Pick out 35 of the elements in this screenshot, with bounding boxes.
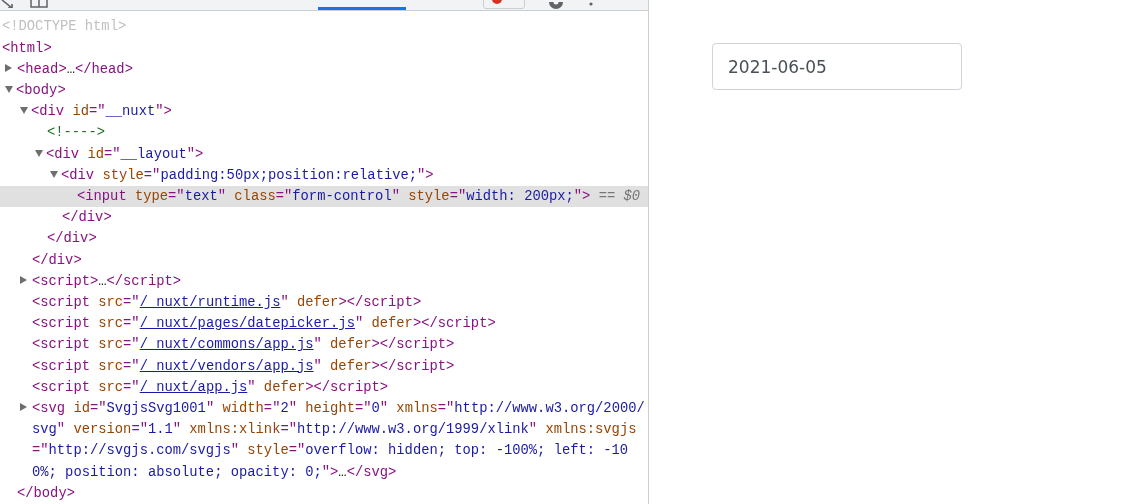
dom-node-line[interactable]: <script src="/_nuxt/vendors/app.js" defer></script>: [0, 355, 648, 377]
inspect-icon[interactable]: [0, 0, 14, 9]
expand-triangle-icon[interactable]: [20, 403, 27, 411]
collapse-triangle-icon[interactable]: [35, 149, 43, 157]
dom-node-line[interactable]: <div style="padding:50px;position:relative;">: [0, 164, 648, 186]
dom-node-line[interactable]: <head>…</head>: [0, 58, 648, 80]
dom-node-line[interactable]: <script src="/_nuxt/pages/datepicker.js" defer></script>: [0, 313, 648, 335]
dom-node-line[interactable]: <svg id="SvgjsSvg1001" width="2" height="0" xmlns="http://www.w3.org/2000/svg" version="1.1" xmlns:xlink="http://www.w3.org/1999/xlink" xmlns:svgjs ="http://svgjs.com/svgjs" style="overflow: hidden; top: -100%; left: -100%; position: absolute; opacity: 0;">…</svg>: [0, 398, 648, 483]
dom-node-line[interactable]: </div>: [0, 228, 648, 250]
file-link[interactable]: /_nuxt/commons/app.js: [139, 337, 314, 353]
dom-node-line[interactable]: </div>: [0, 249, 648, 271]
settings-icon[interactable]: [547, 2, 565, 11]
file-link[interactable]: /_nuxt/runtime.js: [139, 294, 281, 310]
date-input-field[interactable]: 2021-06-05: [712, 43, 962, 90]
collapse-triangle-icon[interactable]: [50, 170, 58, 178]
dom-node-line[interactable]: </div>: [0, 207, 648, 229]
dom-node-line[interactable]: <!---->: [0, 122, 648, 144]
file-link[interactable]: /_nuxt/app.js: [139, 379, 248, 395]
collapse-triangle-icon[interactable]: [20, 107, 28, 115]
dom-node-line[interactable]: <script src="/_nuxt/commons/app.js" defer></script>: [0, 334, 648, 356]
file-link[interactable]: /_nuxt/pages/datepicker.js: [139, 316, 355, 332]
dom-node-line[interactable]: <script src="/_nuxt/app.js" defer></script>: [0, 376, 648, 398]
dom-node-line[interactable]: <script>…</script>: [0, 270, 648, 292]
dom-node-line[interactable]: <div id="__layout">: [0, 143, 648, 165]
dom-node-line[interactable]: <body>: [0, 79, 648, 102]
file-link[interactable]: /_nuxt/vendors/app.js: [139, 358, 314, 374]
dom-node-line[interactable]: <div id="__nuxt">: [0, 101, 648, 123]
collapse-triangle-icon[interactable]: [5, 85, 13, 93]
dom-node-line[interactable]: <html>: [0, 37, 648, 59]
expand-triangle-icon[interactable]: [5, 63, 12, 72]
dom-node-line[interactable]: <script src="/_nuxt/runtime.js" defer></script>: [0, 291, 648, 314]
dom-node-line[interactable]: </body>: [0, 482, 648, 504]
active-tab-indicator[interactable]: [318, 7, 406, 11]
device-icon[interactable]: [30, 0, 48, 9]
expand-triangle-icon[interactable]: [20, 275, 27, 284]
